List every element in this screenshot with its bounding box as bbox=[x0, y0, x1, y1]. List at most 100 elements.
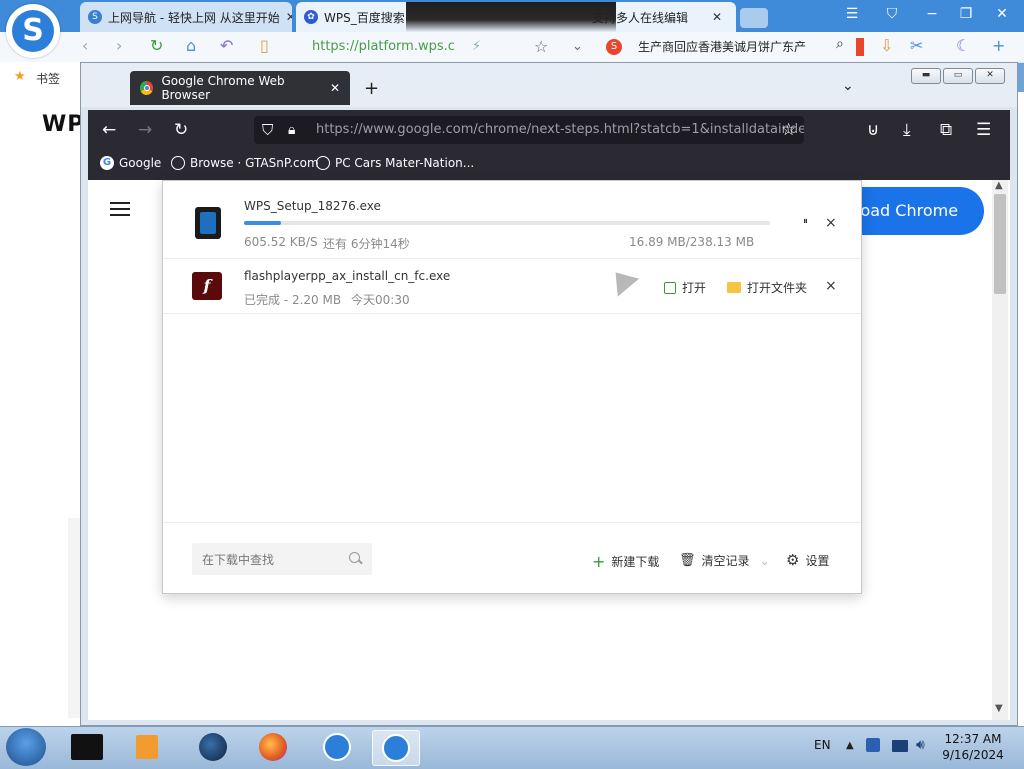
search-hint[interactable]: 生产商回应香港美诚月饼广东产 bbox=[638, 35, 806, 59]
outer-tab-navigation[interactable]: S 上网导航 - 轻快上网 从这里开始 ✕ bbox=[80, 2, 292, 32]
outer-tab-trailing-label: 支持多人在线编辑 bbox=[592, 10, 689, 25]
scroll-down-icon[interactable]: ▼ bbox=[995, 703, 1003, 714]
skin-icon[interactable]: ⛉ bbox=[880, 6, 904, 22]
outer-tab-wps[interactable]: ✿ WPS_百度搜索 支持多人在线编辑 ✕ bbox=[296, 2, 736, 32]
tools-icon[interactable]: ✂ bbox=[910, 36, 923, 55]
taskbar-app-sogou[interactable] bbox=[314, 730, 360, 764]
forward-icon[interactable]: › bbox=[116, 36, 122, 55]
chevron-down-icon[interactable]: ⌄ bbox=[760, 554, 770, 568]
network-icon[interactable] bbox=[892, 740, 908, 752]
taskbar-app-globe[interactable] bbox=[190, 730, 236, 764]
footer-divider bbox=[163, 522, 861, 523]
home-icon[interactable]: ⌂ bbox=[186, 36, 196, 55]
cancel-download-button[interactable]: × bbox=[825, 215, 837, 231]
download-icon[interactable]: ⇩ bbox=[880, 36, 893, 55]
volume-icon[interactable]: 🔊︎ bbox=[916, 737, 925, 753]
new-tab-plus-icon[interactable]: + bbox=[364, 78, 379, 99]
shield-icon[interactable]: ⛉ bbox=[262, 116, 273, 144]
flash-icon[interactable]: ⚡ bbox=[472, 35, 481, 59]
reload-icon[interactable]: ↻ bbox=[174, 120, 188, 140]
restore-icon[interactable]: ❐ bbox=[954, 6, 978, 22]
tab-list-chevron-icon[interactable]: ⌄ bbox=[842, 78, 854, 94]
back-icon[interactable]: ← bbox=[102, 120, 116, 140]
star-icon[interactable]: ☆ bbox=[534, 35, 548, 59]
wps-file-icon bbox=[195, 207, 221, 239]
open-folder-label: 打开文件夹 bbox=[747, 281, 808, 295]
chevron-down-icon[interactable]: ⌄ bbox=[572, 35, 583, 59]
outer-address-bar[interactable]: https://platform.wps.c ⚡ ☆ ⌄ S 生产商回应香港美诚… bbox=[312, 35, 832, 59]
close-icon[interactable]: ✕ bbox=[706, 10, 722, 24]
terminal-icon bbox=[71, 734, 103, 760]
back-icon[interactable]: ‹ bbox=[82, 36, 88, 55]
bookmark-label: Google bbox=[119, 156, 162, 170]
chrome-icon bbox=[140, 81, 154, 95]
taskbar-app-media[interactable] bbox=[124, 730, 170, 764]
menu-icon[interactable]: ☰ bbox=[840, 6, 864, 22]
sogou-browser-icon bbox=[323, 733, 351, 761]
download-file-name[interactable]: flashplayerpp_ax_install_cn_fc.exe bbox=[244, 269, 450, 283]
search-icon[interactable]: ⌕ bbox=[836, 36, 844, 52]
maximize-button[interactable]: ▭ bbox=[943, 68, 973, 84]
tray-expand-icon[interactable]: ▲ bbox=[846, 740, 854, 751]
scrollbar-thumb[interactable] bbox=[994, 194, 1006, 294]
extensions-icon[interactable]: ⧉ bbox=[940, 120, 952, 140]
page-menu-icon[interactable] bbox=[110, 202, 130, 216]
close-icon[interactable]: ✕ bbox=[330, 81, 340, 95]
refresh-icon[interactable]: ↻ bbox=[150, 36, 163, 55]
red-marker-icon[interactable] bbox=[856, 38, 864, 56]
taskbar-app-terminal[interactable] bbox=[64, 730, 110, 764]
pause-button[interactable]: ⏸ bbox=[803, 216, 808, 227]
new-download-button[interactable]: + 新建下载 bbox=[592, 552, 659, 571]
bookmark-star-icon[interactable]: ☆ bbox=[781, 120, 796, 140]
bookmark-star-icon: ★ bbox=[14, 69, 26, 84]
tray-app-icon[interactable] bbox=[866, 738, 880, 752]
download-search-box[interactable] bbox=[192, 543, 372, 575]
moon-icon[interactable]: ☾ bbox=[956, 36, 970, 55]
open-file-button[interactable]: 打开 bbox=[664, 279, 706, 296]
start-button[interactable] bbox=[6, 728, 46, 766]
download-size-progress: 16.89 MB/238.13 MB bbox=[629, 235, 755, 249]
minimize-button[interactable]: ▬ bbox=[911, 68, 941, 84]
open-folder-button[interactable]: 打开文件夹 bbox=[727, 279, 807, 296]
tab-overlay-shadow bbox=[406, 2, 616, 32]
scroll-up-icon[interactable]: ▲ bbox=[995, 180, 1003, 191]
pocket-icon[interactable]: ⊍ bbox=[867, 120, 879, 140]
settings-button[interactable]: ⚙︎ 设置 bbox=[786, 551, 829, 569]
bookmark-label[interactable]: 书签 bbox=[36, 70, 60, 87]
taskbar-app-firefox[interactable] bbox=[250, 730, 296, 764]
clear-records-button[interactable]: 🗑︎ 清空记录 ⌄ bbox=[679, 552, 770, 569]
download-icon[interactable]: ⤓ bbox=[903, 120, 911, 140]
taskbar-app-sogou-active[interactable] bbox=[372, 730, 420, 766]
bookmark-google[interactable]: G Google bbox=[100, 156, 161, 170]
language-indicator[interactable]: EN bbox=[814, 738, 831, 752]
open-label: 打开 bbox=[682, 281, 707, 295]
sogou-logo[interactable]: S bbox=[6, 4, 60, 58]
url-bar[interactable]: ⛉ 🔒︎ https://www.google.com/chrome/next-… bbox=[254, 116, 804, 144]
sogou-search-icon[interactable]: S bbox=[606, 39, 622, 55]
bookmark-pc-cars[interactable]: PC Cars Mater-Nation... bbox=[316, 156, 474, 170]
close-icon[interactable]: ✕ bbox=[280, 10, 292, 24]
lock-icon[interactable]: 🔒︎ bbox=[288, 116, 295, 144]
media-player-icon bbox=[136, 735, 158, 759]
url-text: https://www.google.com/chrome/next-steps… bbox=[316, 122, 804, 137]
remove-download-button[interactable]: × bbox=[825, 278, 837, 294]
undo-icon[interactable]: ↶ bbox=[220, 36, 233, 55]
new-tab-button[interactable] bbox=[740, 8, 768, 28]
reading-mode-icon[interactable]: ▯ bbox=[260, 36, 269, 55]
add-icon[interactable]: + bbox=[992, 36, 1005, 55]
system-clock[interactable]: 12:37 AM 9/16/2024 bbox=[938, 731, 1008, 763]
close-icon[interactable]: ✕ bbox=[990, 6, 1014, 22]
bookmark-gtasnp[interactable]: Browse · GTASnP.com bbox=[171, 156, 319, 170]
minimize-icon[interactable]: − bbox=[920, 6, 944, 22]
forward-icon[interactable]: → bbox=[138, 120, 152, 140]
download-file-name[interactable]: WPS_Setup_18276.exe bbox=[244, 199, 381, 213]
close-button[interactable]: ✕ bbox=[975, 68, 1005, 84]
inner-tab-chrome[interactable]: Google Chrome Web Browser ✕ bbox=[130, 71, 350, 105]
download-speed: 605.52 KB/S bbox=[244, 235, 318, 249]
search-icon[interactable] bbox=[349, 552, 360, 563]
download-search-input[interactable] bbox=[200, 549, 344, 571]
row-divider bbox=[163, 313, 861, 314]
download-time: 今天00:30 bbox=[351, 293, 410, 307]
hamburger-menu-icon[interactable]: ☰ bbox=[976, 120, 991, 140]
sogou-tab-icon: S bbox=[88, 10, 102, 24]
